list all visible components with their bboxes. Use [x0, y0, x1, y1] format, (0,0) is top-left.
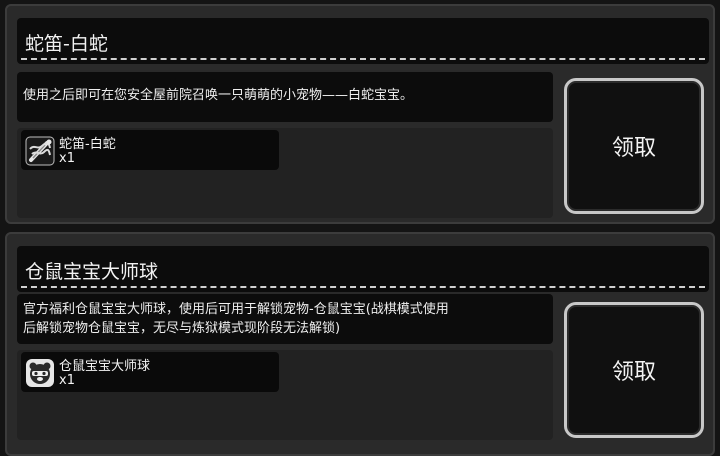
reward-items-area: 蛇笛-白蛇 x1 [17, 128, 553, 218]
description-line: 官方福利仓鼠宝宝大师球，使用后可用于解锁宠物-仓鼠宝宝(战棋模式使用 [23, 302, 449, 317]
claim-button[interactable]: 领取 [564, 302, 704, 438]
reward-items-area: 仓鼠宝宝大师球 x1 [17, 350, 553, 440]
reward-item[interactable]: 蛇笛-白蛇 x1 [21, 130, 279, 170]
reward-item-name: 仓鼠宝宝大师球 [59, 359, 151, 374]
title-divider [21, 286, 705, 288]
reward-title-bar: 仓鼠宝宝大师球 [17, 246, 709, 292]
reward-item[interactable]: 仓鼠宝宝大师球 x1 [21, 352, 279, 392]
description-line: 使用之后即可在您安全屋前院召唤一只萌萌的小宠物——白蛇宝宝。 [23, 88, 414, 103]
reward-title: 蛇笛-白蛇 [25, 33, 108, 55]
snake-flute-icon [25, 136, 55, 166]
reward-item-name: 蛇笛-白蛇 [59, 137, 116, 152]
reward-title: 仓鼠宝宝大师球 [25, 261, 159, 283]
claim-button[interactable]: 领取 [564, 78, 704, 214]
reward-description: 使用之后即可在您安全屋前院召唤一只萌萌的小宠物——白蛇宝宝。 [17, 72, 553, 122]
title-divider [21, 58, 705, 60]
reward-card: 仓鼠宝宝大师球 官方福利仓鼠宝宝大师球，使用后可用于解锁宠物-仓鼠宝宝(战棋模式… [5, 232, 715, 456]
reward-card: 蛇笛-白蛇 使用之后即可在您安全屋前院召唤一只萌萌的小宠物——白蛇宝宝。 蛇笛-… [5, 4, 715, 224]
reward-item-count: x1 [59, 373, 75, 388]
description-line: 后解锁宠物仓鼠宝宝，无尽与炼狱模式现阶段无法解锁) [23, 321, 341, 336]
reward-title-bar: 蛇笛-白蛇 [17, 18, 709, 64]
hamster-ball-icon [26, 359, 54, 387]
reward-item-count: x1 [59, 151, 75, 166]
reward-description: 官方福利仓鼠宝宝大师球，使用后可用于解锁宠物-仓鼠宝宝(战棋模式使用 后解锁宠物… [17, 294, 553, 344]
